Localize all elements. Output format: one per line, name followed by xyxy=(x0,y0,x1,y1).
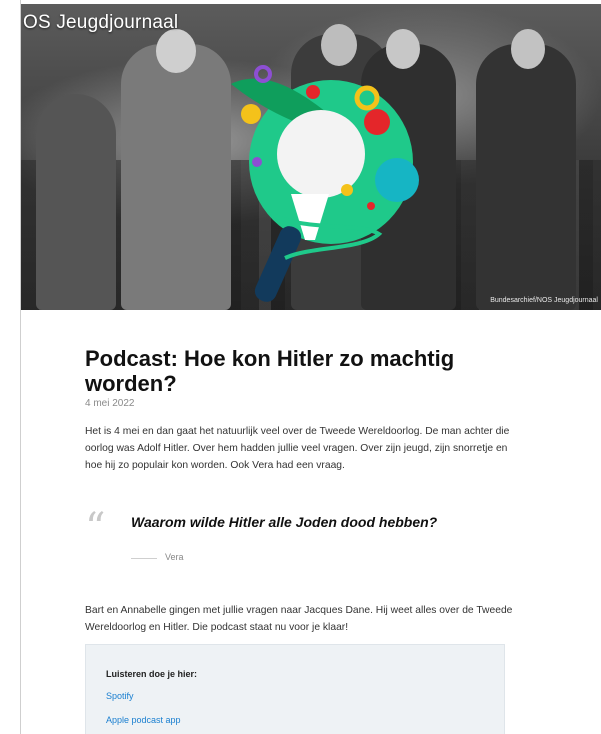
photo-figure xyxy=(36,94,116,310)
torch-yellow-dot xyxy=(241,104,261,124)
torch-red-dot xyxy=(364,109,390,135)
article-header: Podcast: Hoe kon Hitler zo machtig worde… xyxy=(85,346,525,474)
torch-white-disc xyxy=(277,110,365,198)
quote-text: Waarom wilde Hitler alle Joden dood hebb… xyxy=(131,514,438,530)
page-frame: OS Jeugdjournaal Bundesarchief/NOS Jeugd… xyxy=(20,0,601,734)
article-intro: Het is 4 mei en dan gaat het natuurlijk … xyxy=(85,426,510,471)
podcast-torch-illustration xyxy=(231,65,419,302)
nos-jeugdjournaal-logo[interactable]: OS Jeugdjournaal xyxy=(23,12,178,34)
torch-teal-disc xyxy=(375,158,419,202)
quote-divider xyxy=(131,558,157,559)
photo-head xyxy=(156,29,196,73)
torch-handle xyxy=(254,226,302,302)
torch-purple-ring xyxy=(254,65,272,83)
photo-credit: Bundesarchief/NOS Jeugdjournaal xyxy=(490,297,598,304)
torch-purple-dot xyxy=(252,157,262,167)
hero-image: OS Jeugdjournaal Bundesarchief/NOS Jeugd… xyxy=(21,4,601,310)
apple-podcast-link[interactable]: Apple podcast app xyxy=(106,715,181,725)
article-title: Podcast: Hoe kon Hitler zo machtig worde… xyxy=(85,346,455,396)
photo-figure xyxy=(476,44,576,310)
article-date: 4 mei 2022 xyxy=(85,398,135,409)
listen-heading: Luisteren doe je hier: xyxy=(106,669,198,679)
article-paragraph: Bart en Annabelle gingen met jullie vrag… xyxy=(85,605,513,633)
quote-mark-icon: “ xyxy=(85,505,106,551)
torch-yellow-dot xyxy=(341,184,353,196)
quote-block: “ Waarom wilde Hitler alle Joden dood he… xyxy=(85,506,525,576)
listen-box: Luisteren doe je hier: Spotify Apple pod… xyxy=(85,644,505,734)
quote-author: Vera xyxy=(165,552,184,562)
torch-red-dot xyxy=(306,85,320,99)
torch-red-dot xyxy=(367,202,375,210)
photo-head xyxy=(511,29,545,69)
spotify-link[interactable]: Spotify xyxy=(106,691,134,701)
